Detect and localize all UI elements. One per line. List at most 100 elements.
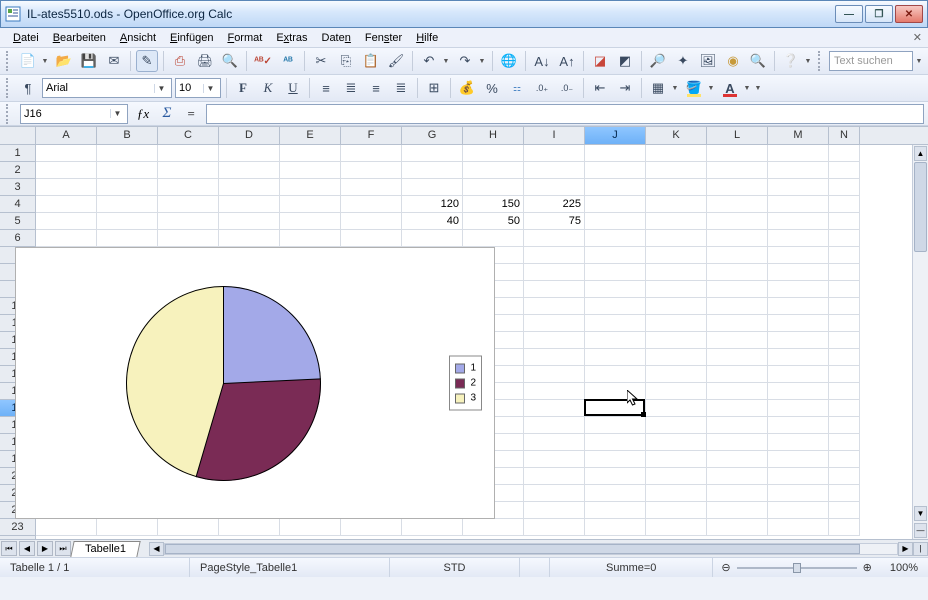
del-decimal-button[interactable]: .0₋ bbox=[556, 77, 578, 99]
cell-E23[interactable] bbox=[280, 519, 341, 536]
cell-A6[interactable] bbox=[36, 230, 97, 247]
print-button[interactable]: 🖨 bbox=[194, 50, 216, 72]
font-size-arrow[interactable]: ▼ bbox=[203, 84, 217, 93]
font-size-combo[interactable]: 10▼ bbox=[175, 78, 221, 98]
cell-I23[interactable] bbox=[524, 519, 585, 536]
cell-K12[interactable] bbox=[646, 332, 707, 349]
toolbar-handle2[interactable] bbox=[818, 51, 824, 71]
cell-I5[interactable]: 75 bbox=[524, 213, 585, 230]
formula-input[interactable] bbox=[206, 104, 924, 124]
doc-close-button[interactable]: ✕ bbox=[907, 31, 928, 44]
cell-N15[interactable] bbox=[829, 383, 860, 400]
row-header-6[interactable]: 6 bbox=[0, 230, 35, 247]
cell-N9[interactable] bbox=[829, 281, 860, 298]
cell-C4[interactable] bbox=[158, 196, 219, 213]
select-all-corner[interactable] bbox=[0, 127, 36, 144]
preview-button[interactable]: 🔍 bbox=[219, 50, 241, 72]
menu-datei[interactable]: Datei bbox=[6, 30, 46, 46]
cell-M15[interactable] bbox=[768, 383, 829, 400]
status-mode[interactable]: STD bbox=[390, 558, 520, 577]
cell-N22[interactable] bbox=[829, 502, 860, 519]
cell-I20[interactable] bbox=[524, 468, 585, 485]
cell-B23[interactable] bbox=[97, 519, 158, 536]
cell-N13[interactable] bbox=[829, 349, 860, 366]
cell-N10[interactable] bbox=[829, 298, 860, 315]
navigator-button[interactable]: ✦ bbox=[672, 50, 694, 72]
cell-C6[interactable] bbox=[158, 230, 219, 247]
cell-I21[interactable] bbox=[524, 485, 585, 502]
cell-M23[interactable] bbox=[768, 519, 829, 536]
cell-N23[interactable] bbox=[829, 519, 860, 536]
underline-button[interactable]: U bbox=[282, 77, 304, 99]
cell-D1[interactable] bbox=[219, 145, 280, 162]
styles-button[interactable]: ¶ bbox=[17, 77, 39, 99]
cell-J2[interactable] bbox=[585, 162, 646, 179]
cell-E3[interactable] bbox=[280, 179, 341, 196]
bold-button[interactable]: F bbox=[232, 77, 254, 99]
italic-button[interactable]: K bbox=[257, 77, 279, 99]
format-handle[interactable] bbox=[6, 78, 12, 98]
currency-button[interactable]: 💰 bbox=[456, 77, 478, 99]
tab-prev[interactable]: ◀ bbox=[19, 541, 35, 556]
cell-I11[interactable] bbox=[524, 315, 585, 332]
cell-N4[interactable] bbox=[829, 196, 860, 213]
cell-E6[interactable] bbox=[280, 230, 341, 247]
cell-K4[interactable] bbox=[646, 196, 707, 213]
cell-C3[interactable] bbox=[158, 179, 219, 196]
cell-N17[interactable] bbox=[829, 417, 860, 434]
cell-K5[interactable] bbox=[646, 213, 707, 230]
cell-K6[interactable] bbox=[646, 230, 707, 247]
vscroll-thumb[interactable] bbox=[914, 162, 927, 252]
cell-I22[interactable] bbox=[524, 502, 585, 519]
cell-J19[interactable] bbox=[585, 451, 646, 468]
cell-H1[interactable] bbox=[463, 145, 524, 162]
cell-J5[interactable] bbox=[585, 213, 646, 230]
copy-button[interactable]: ⎘ bbox=[335, 50, 357, 72]
cell-B2[interactable] bbox=[97, 162, 158, 179]
hscroll-thumb[interactable] bbox=[165, 544, 860, 554]
cell-M12[interactable] bbox=[768, 332, 829, 349]
cell-L9[interactable] bbox=[707, 281, 768, 298]
new-dropdown[interactable]: ▼ bbox=[40, 58, 50, 65]
vscroll-split[interactable]: — bbox=[914, 523, 927, 538]
cell-N8[interactable] bbox=[829, 264, 860, 281]
cell-J10[interactable] bbox=[585, 298, 646, 315]
cell-M19[interactable] bbox=[768, 451, 829, 468]
cell-M8[interactable] bbox=[768, 264, 829, 281]
row-header-3[interactable]: 3 bbox=[0, 179, 35, 196]
menu-einfuegen[interactable]: Einfügen bbox=[163, 30, 220, 46]
cell-M11[interactable] bbox=[768, 315, 829, 332]
cell-K20[interactable] bbox=[646, 468, 707, 485]
cell-G4[interactable]: 120 bbox=[402, 196, 463, 213]
cell-L21[interactable] bbox=[707, 485, 768, 502]
cell-L15[interactable] bbox=[707, 383, 768, 400]
cell-L3[interactable] bbox=[707, 179, 768, 196]
cell-J21[interactable] bbox=[585, 485, 646, 502]
cell-D2[interactable] bbox=[219, 162, 280, 179]
cell-M21[interactable] bbox=[768, 485, 829, 502]
cell-J20[interactable] bbox=[585, 468, 646, 485]
cell-B3[interactable] bbox=[97, 179, 158, 196]
menu-ansicht[interactable]: Ansicht bbox=[113, 30, 163, 46]
cell-L13[interactable] bbox=[707, 349, 768, 366]
cell-K18[interactable] bbox=[646, 434, 707, 451]
cell-J6[interactable] bbox=[585, 230, 646, 247]
cell-N14[interactable] bbox=[829, 366, 860, 383]
cell-L23[interactable] bbox=[707, 519, 768, 536]
close-button[interactable]: ✕ bbox=[895, 5, 923, 23]
redo-button[interactable]: ↷ bbox=[454, 50, 476, 72]
cell-J1[interactable] bbox=[585, 145, 646, 162]
cell-F23[interactable] bbox=[341, 519, 402, 536]
chart-button[interactable]: ◪ bbox=[589, 50, 611, 72]
cell-K19[interactable] bbox=[646, 451, 707, 468]
cell-J17[interactable] bbox=[585, 417, 646, 434]
find-button[interactable]: 🔎 bbox=[647, 50, 669, 72]
zoom-button[interactable]: 🔍 bbox=[747, 50, 769, 72]
cell-J13[interactable] bbox=[585, 349, 646, 366]
equals-button[interactable]: = bbox=[182, 105, 200, 123]
cell-L18[interactable] bbox=[707, 434, 768, 451]
cell-I7[interactable] bbox=[524, 247, 585, 264]
col-header-J[interactable]: J bbox=[585, 127, 646, 144]
cell-L12[interactable] bbox=[707, 332, 768, 349]
cell-J8[interactable] bbox=[585, 264, 646, 281]
